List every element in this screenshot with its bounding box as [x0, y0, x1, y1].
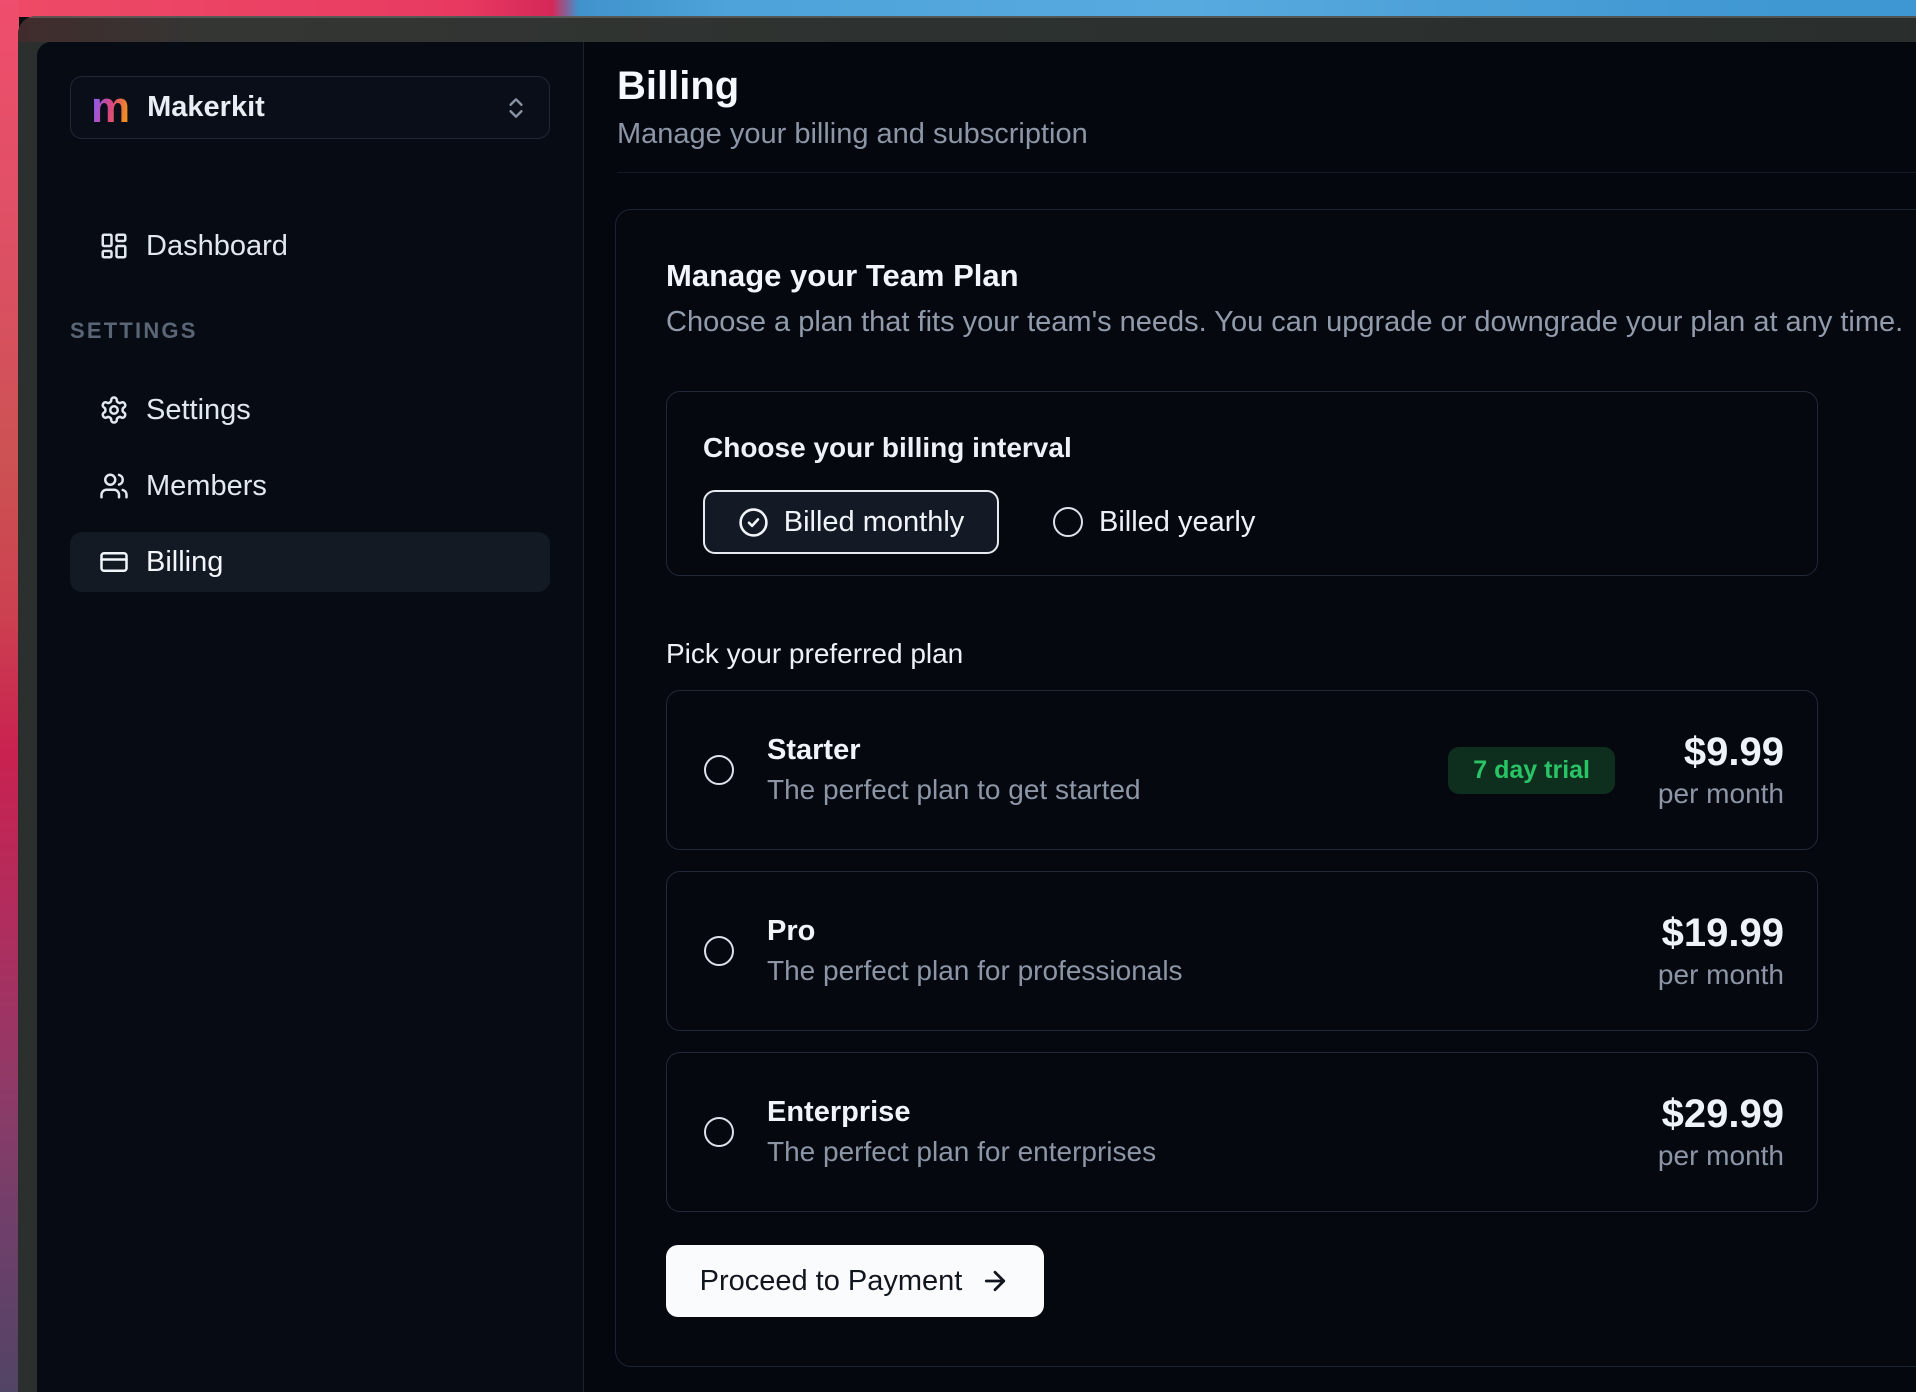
window-titlebar[interactable]: [18, 16, 1916, 42]
price-block: $29.99 per month: [1649, 1092, 1784, 1172]
plan-price: $9.99: [1649, 730, 1784, 774]
sidebar-item-settings[interactable]: Settings: [70, 380, 550, 440]
credit-card-icon: [99, 547, 129, 577]
plan-name: Pro: [767, 915, 1183, 948]
sidebar-item-label: Billing: [146, 546, 223, 579]
plan-name: Enterprise: [767, 1096, 1156, 1129]
billing-interval-label: Choose your billing interval: [703, 432, 1781, 464]
plan-pricing: 7 day trial $9.99 per month: [1448, 730, 1784, 810]
radio-circle-icon[interactable]: [704, 936, 734, 966]
plan-price: $29.99: [1649, 1092, 1784, 1136]
plan-info: Enterprise The perfect plan for enterpri…: [767, 1096, 1156, 1168]
plan-name: Starter: [767, 734, 1141, 767]
price-block: $19.99 per month: [1649, 911, 1784, 991]
app-window: m Makerkit Dashboard SETTINGS: [18, 16, 1916, 1392]
plan-period: per month: [1649, 1140, 1784, 1172]
plan-pricing: $19.99 per month: [1649, 911, 1784, 991]
users-icon: [99, 471, 129, 501]
billed-yearly-label: Billed yearly: [1099, 506, 1255, 539]
plan-price: $19.99: [1649, 911, 1784, 955]
desktop-wallpaper-top: [0, 0, 1916, 17]
sidebar-item-members[interactable]: Members: [70, 456, 550, 516]
plan-pricing: $29.99 per month: [1649, 1092, 1784, 1172]
sidebar: m Makerkit Dashboard SETTINGS: [37, 42, 584, 1392]
plan-option-starter[interactable]: Starter The perfect plan to get started …: [666, 690, 1818, 850]
billing-interval-options: Billed monthly Billed yearly: [703, 490, 1781, 554]
billed-yearly-option[interactable]: Billed yearly: [1053, 506, 1255, 539]
sidebar-section-settings: SETTINGS: [70, 318, 550, 344]
plan-info: Pro The perfect plan for professionals: [767, 915, 1183, 987]
gear-icon: [99, 395, 129, 425]
plan-description: The perfect plan for enterprises: [767, 1136, 1156, 1168]
arrow-right-icon: [980, 1266, 1010, 1296]
radio-circle-icon[interactable]: [704, 1117, 734, 1147]
team-plan-subtitle: Choose a plan that fits your team's need…: [666, 306, 1916, 339]
team-selector[interactable]: m Makerkit: [70, 76, 550, 139]
proceed-label: Proceed to Payment: [700, 1265, 963, 1298]
plan-period: per month: [1649, 959, 1784, 991]
check-circle-icon: [738, 507, 769, 538]
team-plan-title: Manage your Team Plan: [666, 258, 1916, 294]
billing-interval-group: Choose your billing interval Billed mont…: [666, 391, 1818, 576]
plan-option-pro[interactable]: Pro The perfect plan for professionals $…: [666, 871, 1818, 1031]
plan-description: The perfect plan for professionals: [767, 955, 1183, 987]
trial-badge: 7 day trial: [1448, 747, 1615, 794]
radio-circle-icon[interactable]: [704, 755, 734, 785]
plan-list: Starter The perfect plan to get started …: [666, 690, 1916, 1212]
sidebar-item-dashboard[interactable]: Dashboard: [70, 216, 550, 276]
desktop-wallpaper-left: [0, 0, 19, 1392]
sidebar-item-billing[interactable]: Billing: [70, 532, 550, 592]
radio-circle-icon: [1053, 507, 1083, 537]
proceed-to-payment-button[interactable]: Proceed to Payment: [666, 1245, 1044, 1317]
sidebar-item-label: Dashboard: [146, 230, 288, 263]
sidebar-nav: Dashboard SETTINGS Settings Members: [70, 216, 550, 592]
plan-option-enterprise[interactable]: Enterprise The perfect plan for enterpri…: [666, 1052, 1818, 1212]
makerkit-logo: m: [91, 86, 130, 130]
plan-description: The perfect plan to get started: [767, 774, 1141, 806]
page-title: Billing: [617, 64, 1916, 108]
sidebar-item-label: Settings: [146, 394, 251, 427]
plan-info: Starter The perfect plan to get started: [767, 734, 1141, 806]
billed-monthly-label: Billed monthly: [784, 506, 965, 539]
app-content: m Makerkit Dashboard SETTINGS: [37, 42, 1916, 1392]
main-area: Billing Manage your billing and subscrip…: [584, 42, 1916, 1392]
dashboard-icon: [99, 231, 129, 261]
page-header: Billing Manage your billing and subscrip…: [584, 42, 1916, 173]
sidebar-item-label: Members: [146, 470, 267, 503]
page-subtitle: Manage your billing and subscription: [617, 117, 1916, 151]
chevrons-up-down-icon: [503, 95, 529, 121]
window-left-edge: [18, 42, 37, 1392]
page-content: Manage your Team Plan Choose a plan that…: [584, 173, 1916, 1392]
team-plan-card: Manage your Team Plan Choose a plan that…: [615, 209, 1916, 1367]
price-block: $9.99 per month: [1649, 730, 1784, 810]
pick-plan-label: Pick your preferred plan: [666, 638, 1916, 670]
team-name: Makerkit: [147, 91, 265, 124]
billed-monthly-option[interactable]: Billed monthly: [703, 490, 999, 554]
plan-period: per month: [1649, 778, 1784, 810]
